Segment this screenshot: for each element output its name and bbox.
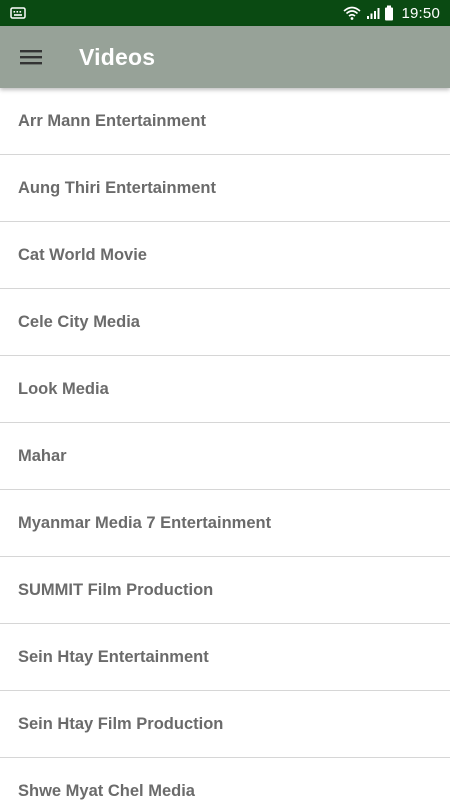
app-bar: Videos — [0, 26, 450, 88]
status-bar: 19:50 — [0, 0, 450, 26]
list-item-label: Cele City Media — [18, 312, 140, 331]
list-item-label: Shwe Myat Chel Media — [18, 781, 195, 800]
hamburger-menu-icon — [20, 49, 42, 65]
list-item-label: Myanmar Media 7 Entertainment — [18, 513, 272, 532]
list-item[interactable]: Shwe Myat Chel Media — [0, 758, 450, 800]
list-item[interactable]: Myanmar Media 7 Entertainment — [0, 490, 450, 557]
menu-button[interactable] — [0, 26, 62, 88]
status-right: 19:50 — [342, 5, 440, 22]
list-item[interactable]: Aung Thiri Entertainment — [0, 155, 450, 222]
list-item[interactable]: Sein Htay Film Production — [0, 691, 450, 758]
list-item-label: SUMMIT Film Production — [18, 580, 214, 599]
battery-icon — [384, 5, 394, 21]
notification-keyboard-icon — [10, 6, 26, 20]
list-item-label: Cat World Movie — [18, 245, 147, 264]
list-item-label: Sein Htay Entertainment — [18, 647, 209, 666]
list-item[interactable]: Look Media — [0, 356, 450, 423]
list-item-label: Sein Htay Film Production — [18, 714, 224, 733]
status-left — [10, 6, 26, 20]
list-item-label: Mahar — [18, 446, 67, 465]
list-item-label: Arr Mann Entertainment — [18, 111, 206, 130]
list-item[interactable]: SUMMIT Film Production — [0, 557, 450, 624]
wifi-icon — [342, 5, 362, 21]
list-item-label: Look Media — [18, 379, 109, 398]
list-item[interactable]: Sein Htay Entertainment — [0, 624, 450, 691]
signal-icon — [366, 6, 380, 20]
page-title: Videos — [79, 43, 156, 70]
list-item[interactable]: Cat World Movie — [0, 222, 450, 289]
list-item[interactable]: Cele City Media — [0, 289, 450, 356]
list-item[interactable]: Arr Mann Entertainment — [0, 88, 450, 155]
list-item-label: Aung Thiri Entertainment — [18, 178, 216, 197]
channel-list: Arr Mann Entertainment Aung Thiri Entert… — [0, 88, 450, 800]
status-time: 19:50 — [401, 4, 440, 22]
screen: 19:50 Videos Arr Mann Entertainment Aung… — [0, 0, 450, 800]
list-item[interactable]: Mahar — [0, 423, 450, 490]
